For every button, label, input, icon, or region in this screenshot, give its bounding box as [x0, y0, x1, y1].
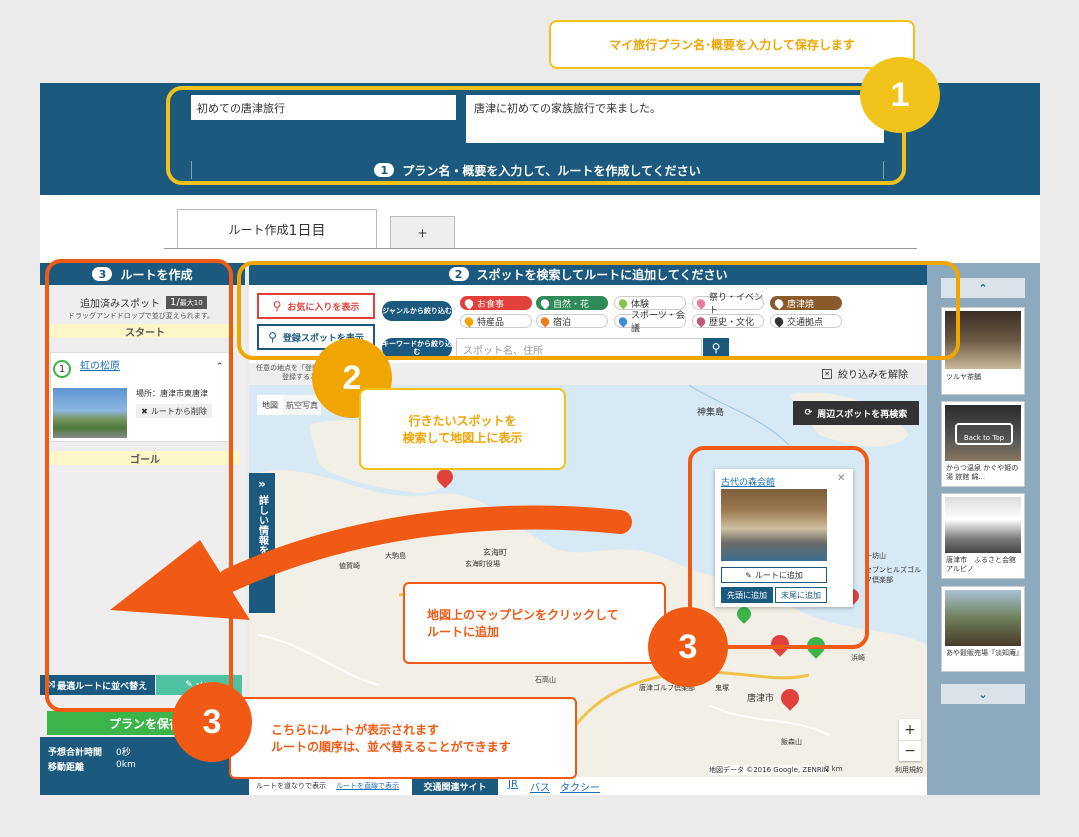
thumb-item[interactable]: あや穀販売場『淡知庵』	[941, 586, 1025, 672]
badge-3-route: 3	[172, 682, 252, 762]
thumb-caption: あや穀販売場『淡知庵』	[946, 649, 1023, 657]
highlight-box-1	[166, 86, 906, 185]
distance-value: 0km	[116, 760, 136, 770]
zoom-controls: + −	[899, 719, 921, 761]
thumb-photo: Back to Top	[945, 405, 1021, 461]
map-label: 浜崎	[851, 654, 865, 662]
map-copyright: 地図データ ©2016 Google, ZENRIN	[709, 765, 830, 775]
chevron-up-icon: ⌃	[978, 281, 988, 295]
badge-3-map: 3	[648, 607, 728, 687]
map-label: 神集島	[697, 408, 725, 418]
back-to-top-overlay[interactable]: Back to Top	[955, 423, 1013, 445]
double-chevron-icon: »	[258, 477, 266, 491]
map-type-map[interactable]: 地図	[257, 395, 283, 415]
thumb-item[interactable]: Back to Top からつ温泉 かぐや姫の湯 旅館 綿...	[941, 401, 1025, 487]
total-time-value: 0秒	[116, 748, 131, 758]
thumb-photo	[945, 590, 1021, 646]
chevron-down-icon: ⌄	[978, 687, 988, 701]
thumb-caption: ツルヤ茶舗	[946, 373, 981, 381]
map-type-satellite[interactable]: 航空写真	[283, 395, 321, 415]
route-road-note: ルートを道なりで表示	[256, 782, 326, 790]
thumb-caption: 唐津市 ふるさと会館 アルピノ	[946, 556, 1023, 573]
map-scale: 2 km	[825, 765, 843, 773]
research-nearby-button[interactable]: ⟳ 周辺スポットを再検索	[793, 401, 919, 425]
thumb-photo	[945, 497, 1021, 553]
tab-day1[interactable]: ルート作成 1日目	[177, 209, 377, 249]
map-label: 飯森山	[781, 738, 802, 746]
tab-baseline	[164, 248, 917, 249]
taxi-link[interactable]: タクシー	[560, 779, 600, 794]
thumb-caption: からつ温泉 かぐや姫の湯 旅館 綿...	[946, 464, 1019, 481]
route-straight-link[interactable]: ルートを直線で表示	[336, 781, 399, 791]
zoom-out-button[interactable]: −	[899, 740, 921, 761]
callout-3: 地図上のマップピンをクリックして ルートに追加	[403, 582, 666, 664]
refresh-icon: ⟳	[804, 408, 813, 418]
scroll-down-button[interactable]: ⌄	[941, 684, 1025, 704]
map-terms[interactable]: 利用規約	[895, 765, 923, 775]
badge-1: 1	[860, 57, 940, 133]
jr-link[interactable]: JR	[508, 779, 518, 790]
tab-add[interactable]: +	[390, 216, 455, 248]
distance-label: 移動距離	[48, 763, 85, 773]
total-time-label: 予想合計時間	[48, 748, 103, 758]
callout-1: マイ旅行プラン名･概要を入力して保存します	[549, 20, 915, 69]
callout-2: 行きたいスポットを 検索して地図上に表示	[359, 388, 566, 470]
zoom-in-button[interactable]: +	[899, 719, 921, 740]
thumb-item[interactable]: 唐津市 ふるさと会館 アルピノ	[941, 493, 1025, 579]
callout-4: こちらにルートが表示されます ルートの順序は、並べ替えることができます	[229, 697, 577, 779]
map-label: セブンヒルズゴルフ倶楽部	[865, 566, 921, 584]
traffic-sites-label: 交通関連サイト	[412, 777, 498, 795]
map-label: 唐津市	[747, 694, 775, 704]
clear-filter-button[interactable]: ✕ 絞り込みを解除	[822, 366, 908, 381]
bus-link[interactable]: バス	[530, 779, 550, 794]
close-icon: ✕	[822, 368, 832, 379]
